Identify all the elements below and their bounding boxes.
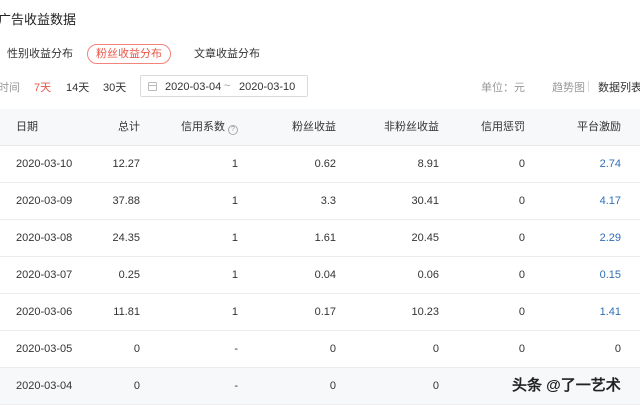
- table-row: 2020-03-05 0 - 0 0 0 0: [0, 331, 640, 368]
- cell-date: 2020-03-08: [16, 232, 73, 244]
- time-label: 时间: [0, 82, 20, 94]
- cell-date: 2020-03-06: [16, 306, 73, 318]
- range-7-days-button[interactable]: 7天: [34, 79, 51, 95]
- header-credit-penalty: 信用惩罚: [481, 121, 525, 133]
- cell-date: 2020-03-09: [16, 195, 73, 207]
- header-fans-revenue: 粉丝收益: [292, 121, 336, 133]
- trend-chart-toggle[interactable]: 趋势图: [552, 79, 585, 95]
- cell-fans-revenue: 3.3: [320, 195, 336, 207]
- table-row: 2020-03-09 37.88 1 3.3 30.41 0 4.17: [0, 183, 640, 220]
- cell-fans-revenue: 0: [329, 343, 336, 355]
- cell-platform-incentive-link[interactable]: 2.29: [600, 220, 621, 257]
- cell-total: 12.27: [112, 158, 140, 170]
- cell-total: 0: [133, 343, 140, 355]
- date-start: 2020-03-04: [165, 81, 222, 93]
- cell-nonfans-revenue: 20.45: [411, 232, 439, 244]
- help-icon[interactable]: ?: [228, 125, 238, 135]
- date-separator: ~: [224, 80, 231, 92]
- header-credit-coefficient: 信用系数?: [181, 109, 238, 146]
- tab-bar: 性别收益分布 粉丝收益分布 文章收益分布: [0, 44, 274, 64]
- revenue-table: 日期 总计 信用系数? 粉丝收益 非粉丝收益 信用惩罚 平台激励 2020-03…: [0, 109, 640, 405]
- cell-credit-penalty: 0: [518, 158, 525, 170]
- unit-label: 单位：元: [481, 82, 525, 94]
- table-row: 2020-03-08 24.35 1 1.61 20.45 0 2.29: [0, 220, 640, 257]
- cell-nonfans-revenue: 0: [432, 380, 439, 392]
- cell-platform-incentive-link[interactable]: 1.41: [600, 294, 621, 331]
- cell-nonfans-revenue: 0: [432, 343, 439, 355]
- cell-credit-coefficient: 1: [231, 269, 238, 281]
- cell-total: 0: [133, 380, 140, 392]
- cell-platform-incentive-link[interactable]: 4.17: [600, 183, 621, 220]
- table-row: 2020-03-07 0.25 1 0.04 0.06 0 0.15: [0, 257, 640, 294]
- cell-fans-revenue: 1.61: [314, 232, 336, 244]
- range-14-days-button[interactable]: 14天: [66, 79, 89, 95]
- cell-total: 0.25: [118, 269, 140, 281]
- cell-total: 11.81: [113, 306, 140, 318]
- tab-fans-revenue[interactable]: 粉丝收益分布: [87, 44, 171, 64]
- cell-platform-incentive: 0: [614, 343, 621, 355]
- cell-fans-revenue: 0.04: [314, 269, 336, 281]
- cell-credit-coefficient: 1: [231, 232, 238, 244]
- header-date: 日期: [16, 121, 38, 133]
- date-end: 2020-03-10: [239, 81, 296, 93]
- cell-fans-revenue: 0.17: [314, 306, 336, 318]
- cell-date: 2020-03-04: [16, 380, 73, 392]
- range-30-days-button[interactable]: 30天: [103, 79, 126, 95]
- cell-nonfans-revenue: 30.41: [411, 195, 439, 207]
- cell-total: 37.88: [112, 195, 140, 207]
- watermark: 头条 @了一艺术: [512, 377, 621, 394]
- cell-nonfans-revenue: 0.06: [417, 269, 439, 281]
- tab-article-revenue[interactable]: 文章收益分布: [194, 45, 260, 63]
- table-row: 2020-03-06 11.81 1 0.17 10.23 0 1.41: [0, 294, 640, 331]
- cell-nonfans-revenue: 10.23: [411, 306, 439, 318]
- page-title: 广告收益数据: [0, 12, 77, 27]
- table-header-row: 日期 总计 信用系数? 粉丝收益 非粉丝收益 信用惩罚 平台激励: [0, 109, 640, 146]
- calendar-icon: [148, 82, 157, 91]
- cell-date: 2020-03-07: [16, 269, 73, 281]
- cell-credit-penalty: 0: [518, 306, 525, 318]
- cell-credit-coefficient: 1: [231, 306, 238, 318]
- cell-credit-penalty: 0: [518, 269, 525, 281]
- cell-credit-penalty: 0: [518, 195, 525, 207]
- header-platform-incentive: 平台激励: [577, 121, 621, 133]
- cell-credit-penalty: 0: [518, 343, 525, 355]
- cell-credit-coefficient: 1: [231, 158, 238, 170]
- cell-fans-revenue: 0: [329, 380, 336, 392]
- tab-gender-revenue[interactable]: 性别收益分布: [7, 45, 73, 63]
- header-nonfans-revenue: 非粉丝收益: [384, 121, 439, 133]
- cell-date: 2020-03-05: [16, 343, 73, 355]
- table-row: 2020-03-10 12.27 1 0.62 8.91 0 2.74: [0, 146, 640, 183]
- view-divider: [588, 81, 589, 92]
- cell-platform-incentive-link[interactable]: 2.74: [600, 146, 621, 183]
- cell-fans-revenue: 0.62: [314, 158, 336, 170]
- cell-credit-coefficient: -: [234, 380, 238, 392]
- cell-nonfans-revenue: 8.91: [417, 158, 439, 170]
- header-total: 总计: [118, 121, 140, 133]
- cell-date: 2020-03-10: [16, 158, 73, 170]
- data-list-toggle[interactable]: 数据列表: [598, 79, 640, 95]
- cell-total: 24.35: [112, 232, 140, 244]
- cell-platform-incentive-link[interactable]: 0.15: [600, 257, 621, 294]
- cell-credit-penalty: 0: [518, 232, 525, 244]
- cell-credit-coefficient: -: [234, 343, 238, 355]
- filter-bar: 时间 7天 14天 30天 2020-03-04 ~ 2020-03-10 单位…: [0, 75, 640, 97]
- date-range-picker[interactable]: 2020-03-04 ~ 2020-03-10: [140, 75, 308, 97]
- cell-credit-coefficient: 1: [231, 195, 238, 207]
